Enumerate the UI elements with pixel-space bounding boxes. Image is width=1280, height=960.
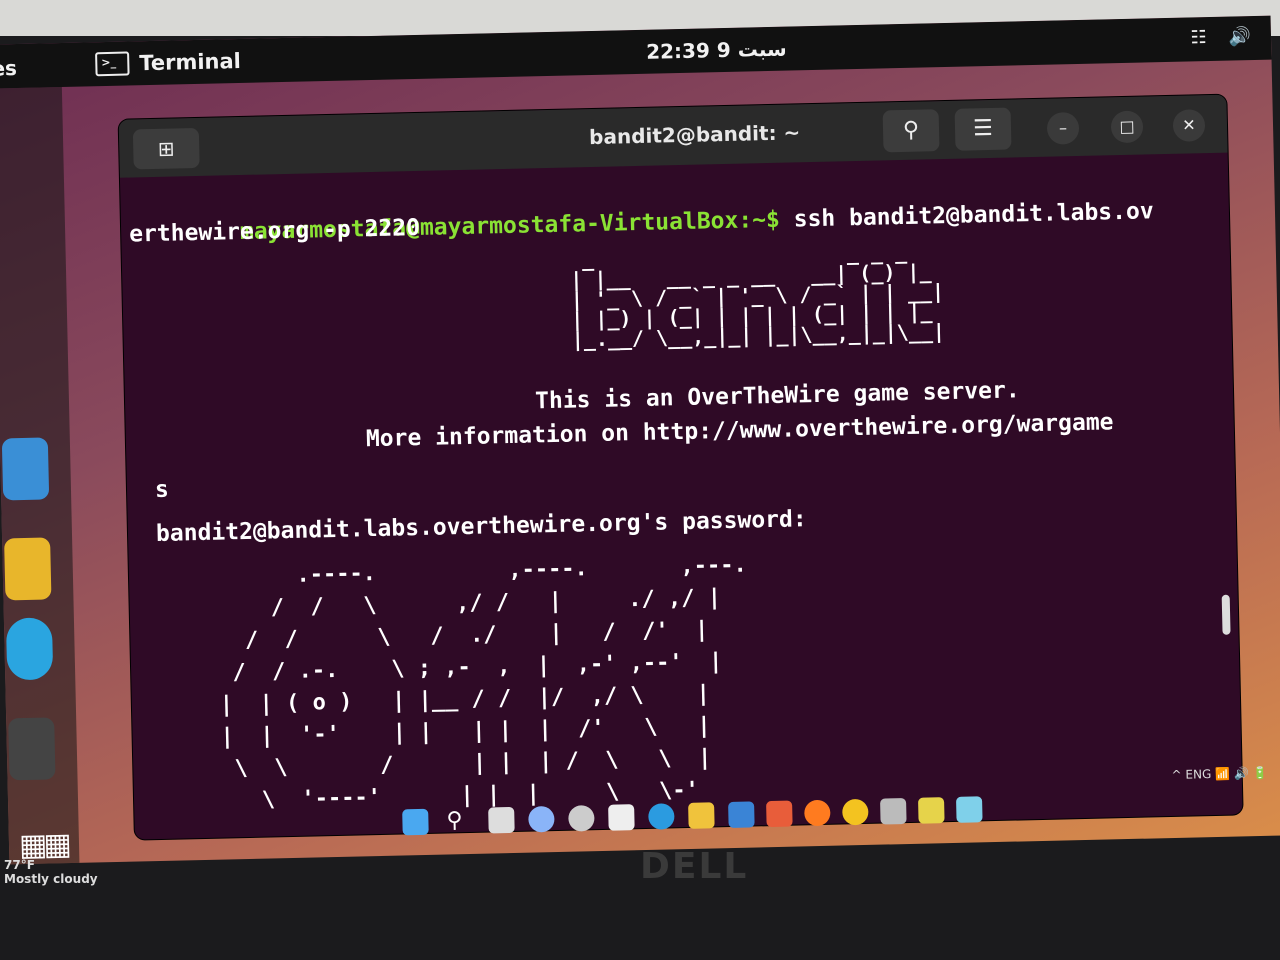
dock-terminal-icon[interactable] [8, 717, 56, 781]
task-view-icon[interactable] [488, 806, 515, 834]
dock: ▦▦ [0, 87, 80, 865]
system-tray[interactable]: ☷ 🔊 [1190, 26, 1251, 48]
close-button[interactable]: ✕ [1172, 109, 1206, 142]
dock-help-icon[interactable] [5, 617, 54, 681]
ssh-command-wrap: erthewire.org -p 2220 [128, 214, 421, 248]
terminal-window: ⊞ bandit2@bandit: ~ ⚲ ☰ – □ ✕ mayarmosta… [118, 94, 1243, 840]
maximize-button[interactable]: □ [1110, 110, 1144, 144]
windows-tray[interactable]: ^ ENG 📶 🔊 🔋 [1171, 766, 1267, 782]
password-prompt: bandit2@bandit.labs.overthewire.org's pa… [155, 506, 807, 548]
edge-icon[interactable] [648, 803, 675, 830]
search-button[interactable]: ⚲ [882, 109, 940, 153]
notepad-icon[interactable] [956, 796, 983, 823]
chrome-icon[interactable] [842, 798, 869, 826]
chat-icon[interactable] [528, 805, 555, 833]
search-icon: ⚲ [902, 117, 920, 143]
terminal-output[interactable]: mayarmostafa@mayarmostafa-VirtualBox:~$ … [128, 159, 1232, 834]
dock-software-icon[interactable] [4, 537, 52, 601]
hamburger-icon: ☰ [972, 115, 994, 142]
menu-button[interactable]: ☰ [954, 107, 1012, 151]
weather-widget[interactable]: 77°F Mostly cloudy [4, 858, 98, 886]
dell-logo: DELL [640, 846, 749, 887]
activities-button[interactable]: es [0, 56, 17, 81]
app-name: Terminal [139, 48, 242, 76]
widgets-icon[interactable] [568, 805, 595, 832]
weather-text: Mostly cloudy [4, 872, 98, 886]
new-tab-button[interactable]: ⊞ [132, 127, 200, 170]
volume-icon[interactable]: 🔊 [1228, 26, 1251, 48]
window-title: bandit2@bandit: ~ [588, 120, 801, 150]
app-menu[interactable]: >_ Terminal [95, 48, 242, 77]
mail-icon[interactable] [728, 801, 755, 828]
firefox-icon[interactable] [804, 799, 831, 827]
new-tab-icon: ⊞ [157, 136, 175, 161]
dock-files-icon[interactable] [1, 437, 50, 501]
banner-line-2: More information on http://www.overthewi… [365, 409, 1114, 453]
terminal-icon: >_ [95, 51, 130, 77]
maximize-icon: □ [1119, 116, 1135, 137]
banner-wrap: s [154, 476, 170, 504]
screen: es >_ Terminal 22:39 9 سبت ☷ 🔊 ▦▦ ⊞ band… [0, 15, 1280, 865]
ssh-command: ssh bandit2@bandit.labs.ov [779, 198, 1154, 233]
scrollbar[interactable] [1221, 594, 1231, 635]
file-icon[interactable] [608, 804, 635, 831]
minimize-icon: – [1058, 118, 1068, 138]
explorer-icon[interactable] [688, 802, 715, 829]
app-icon[interactable] [918, 797, 945, 824]
start-icon[interactable] [402, 808, 429, 836]
close-icon: ✕ [1182, 115, 1196, 135]
weather-temp: 77°F [4, 858, 35, 872]
bandit-ascii-logo: _ _ _ _ | |__ __ _ _ __ __| (_) |_ | '_ … [569, 239, 946, 352]
network-icon[interactable]: ☷ [1190, 27, 1207, 48]
search-taskbar-icon[interactable]: ⚲ [446, 808, 473, 835]
clock[interactable]: 22:39 9 سبت [646, 37, 787, 64]
minimize-button[interactable]: – [1046, 111, 1080, 145]
virtualbox-icon[interactable] [880, 797, 907, 825]
store-icon[interactable] [766, 800, 793, 828]
